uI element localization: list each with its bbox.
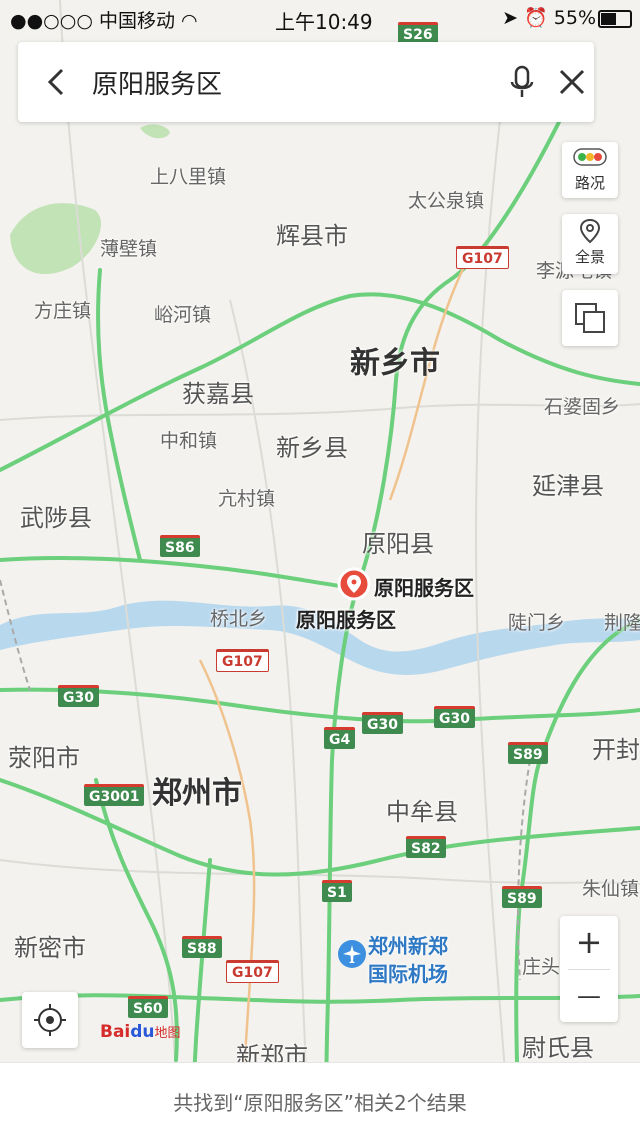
town-label: 太公泉镇 xyxy=(408,190,485,212)
logo-text: Bai xyxy=(100,1022,131,1042)
microphone-icon xyxy=(510,65,534,97)
panorama-button[interactable]: 全景 xyxy=(562,214,618,274)
zoom-control: + — xyxy=(560,916,618,1022)
chevron-left-icon xyxy=(47,68,64,96)
county-label: 荥阳市 xyxy=(8,744,80,772)
status-right: ➤ ⏰ 55% xyxy=(502,6,596,29)
town-label: 庄头 xyxy=(522,956,561,978)
city-label-zhengzhou: 郑州市 xyxy=(152,776,242,811)
county-label: 武陟县 xyxy=(20,504,92,532)
logo-map-text: 地图 xyxy=(154,1026,181,1041)
town-label: 陡门乡 xyxy=(508,612,566,634)
results-summary-text: 共找到“原阳服务区”相关2个结果 xyxy=(173,1091,467,1115)
highway-shield: S88 xyxy=(182,936,222,958)
highway-shield: G30 xyxy=(362,712,403,734)
highway-shield: S1 xyxy=(322,880,352,902)
town-label: 中和镇 xyxy=(160,430,218,452)
county-label: 尉氏县 xyxy=(522,1034,594,1062)
highway-shield: S86 xyxy=(160,535,200,557)
clear-search-button[interactable] xyxy=(552,62,592,102)
highway-shield: S60 xyxy=(128,996,168,1018)
battery-icon xyxy=(598,10,632,28)
town-label: 方庄镇 xyxy=(34,300,92,322)
panorama-label: 全景 xyxy=(574,248,605,266)
close-icon xyxy=(559,69,585,95)
zoom-out-button[interactable]: — xyxy=(560,970,618,1022)
highway-shield: G3001 xyxy=(84,784,145,806)
city-label-xinxiang: 新乡市 xyxy=(350,346,440,381)
results-summary-bar[interactable]: 共找到“原阳服务区”相关2个结果 xyxy=(0,1062,640,1139)
highway-shield: S82 xyxy=(406,836,446,858)
alarm-icon: ⏰ xyxy=(524,7,548,29)
result-marker-label[interactable]: 原阳服务区 xyxy=(374,572,474,601)
airport-label-line2[interactable]: 国际机场 xyxy=(368,958,448,987)
county-label: 辉县市 xyxy=(276,222,348,250)
layers-icon xyxy=(575,303,605,333)
county-label: 开封 xyxy=(592,736,640,764)
airport-label-line1[interactable]: 郑州新郑 xyxy=(368,930,448,959)
logo-paw: du xyxy=(130,1022,155,1042)
layers-button[interactable] xyxy=(562,290,618,346)
town-label: 桥北乡 xyxy=(210,608,268,630)
traffic-label: 路况 xyxy=(574,174,605,192)
county-label: 原阳县 xyxy=(362,530,434,558)
voice-search-button[interactable] xyxy=(502,62,542,102)
county-label: 获嘉县 xyxy=(182,380,254,408)
location-arrow-icon: ➤ xyxy=(502,7,518,29)
town-label: 荆隆 xyxy=(604,612,640,634)
county-label: 新乡县 xyxy=(276,434,348,462)
national-road-shield: G107 xyxy=(456,246,509,269)
town-label: 峪河镇 xyxy=(154,304,212,326)
town-label: 朱仙镇 xyxy=(582,878,640,900)
highway-shield: G30 xyxy=(58,685,99,707)
highway-shield: G30 xyxy=(434,706,475,728)
zoom-in-button[interactable]: + xyxy=(560,916,618,968)
town-label: 亢村镇 xyxy=(218,488,276,510)
result-marker-pin[interactable] xyxy=(337,567,371,601)
town-label: 上八里镇 xyxy=(150,166,227,188)
locate-me-button[interactable] xyxy=(22,992,78,1048)
town-label: 薄壁镇 xyxy=(100,238,158,260)
signal-indicator: ●●○○○ xyxy=(10,10,93,32)
baidu-map-logo: Baidu地图 xyxy=(100,1022,181,1042)
back-button[interactable] xyxy=(38,62,78,102)
highway-shield: S89 xyxy=(508,742,548,764)
county-label: 新密市 xyxy=(14,934,86,962)
result-place-label[interactable]: 原阳服务区 xyxy=(296,604,396,633)
national-road-shield: G107 xyxy=(226,960,279,983)
traffic-toggle-button[interactable]: 路况 xyxy=(562,142,618,198)
panorama-pin-icon xyxy=(579,218,601,244)
carrier-info: ●●○○○ 中国移动 ◠ xyxy=(10,6,198,33)
crosshair-icon xyxy=(34,1004,66,1036)
status-bar: ●●○○○ 中国移动 ◠ 上午10:49 ➤ ⏰ 55% xyxy=(0,0,640,36)
search-input[interactable]: 原阳服务区 xyxy=(92,64,222,101)
highway-shield: G4 xyxy=(324,727,356,749)
battery-percent: 55% xyxy=(553,7,596,29)
wifi-icon: ◠ xyxy=(181,10,198,32)
town-label: 石婆固乡 xyxy=(544,396,621,418)
carrier-name: 中国移动 xyxy=(98,10,175,32)
county-label: 延津县 xyxy=(532,472,604,500)
traffic-light-icon xyxy=(573,148,607,166)
airport-icon xyxy=(338,940,366,968)
search-bar: 原阳服务区 xyxy=(18,42,594,122)
status-time: 上午10:49 xyxy=(275,10,373,34)
national-road-shield: G107 xyxy=(216,649,269,672)
county-label: 中牟县 xyxy=(386,798,458,826)
highway-shield: S89 xyxy=(502,886,542,908)
